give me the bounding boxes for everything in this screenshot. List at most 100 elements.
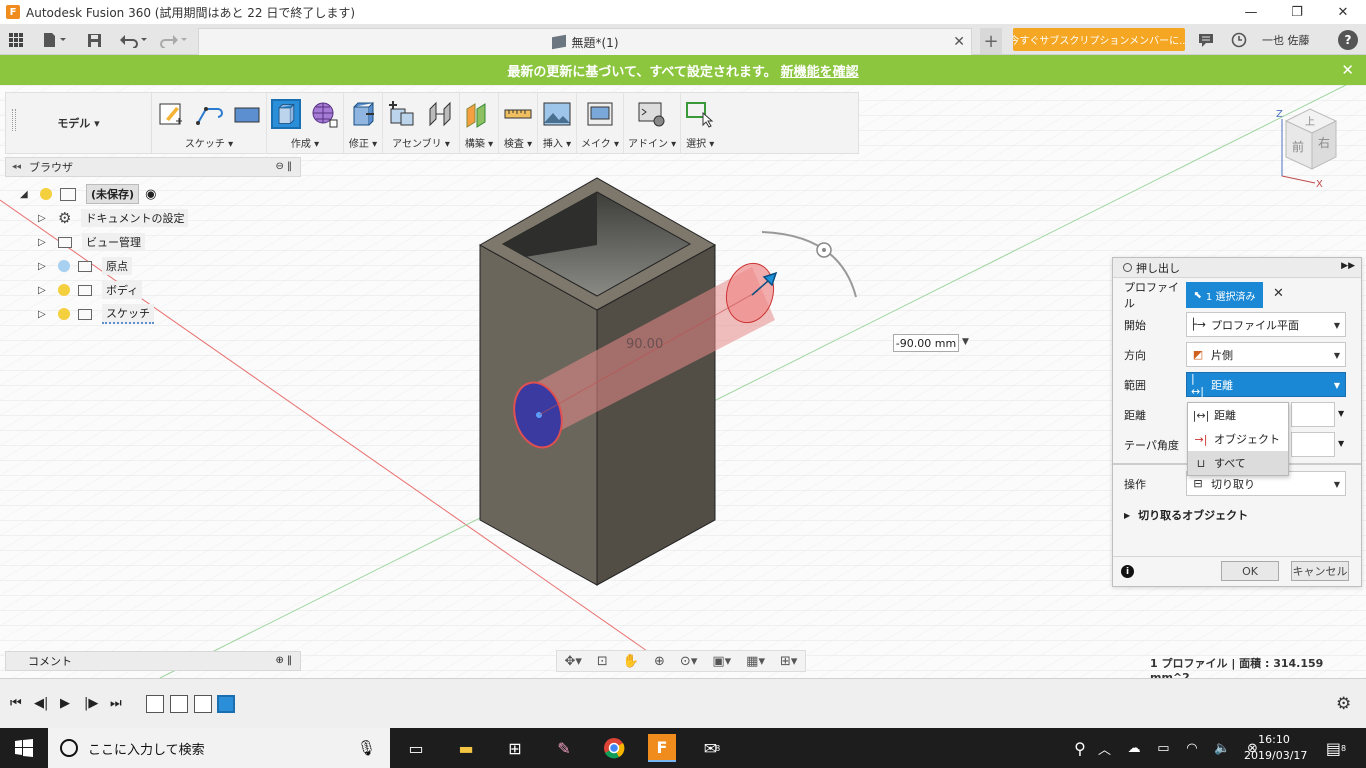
- expand-root-icon[interactable]: ◢: [20, 189, 32, 200]
- root-component-name[interactable]: (未保存): [86, 184, 140, 204]
- clear-selection-icon[interactable]: ✕: [1273, 286, 1284, 301]
- data-panel-grid-icon[interactable]: [6, 30, 26, 50]
- distance-field[interactable]: [1291, 402, 1335, 427]
- subscribe-button[interactable]: 今すぐサブスクリプションメンバーに...: [1013, 28, 1185, 51]
- new-component-icon[interactable]: [387, 99, 417, 129]
- joint-icon[interactable]: [425, 99, 455, 129]
- close-window-button[interactable]: ✕: [1320, 0, 1366, 24]
- expand-icon[interactable]: ▷: [38, 285, 50, 296]
- undo-icon[interactable]: [118, 30, 150, 50]
- make-menu[interactable]: メイク ▾: [581, 135, 619, 153]
- expand-dialog-icon[interactable]: ▶▶: [1341, 261, 1355, 271]
- comments-panel-header[interactable]: コメント ⊕ ‖: [5, 651, 301, 671]
- taskbar-search[interactable]: ここに入力して検索 🎙: [48, 728, 390, 768]
- construct-menu[interactable]: 構築 ▾: [465, 135, 493, 153]
- orbit-icon[interactable]: ✥▾: [565, 654, 582, 669]
- activate-radio-icon[interactable]: ◉: [145, 187, 156, 202]
- grid-settings-icon[interactable]: ▦▾: [746, 654, 765, 669]
- assemble-menu[interactable]: アセンブリ ▾: [392, 135, 450, 153]
- addins-menu[interactable]: アドイン ▾: [628, 135, 676, 153]
- timeline-current-sketch-step[interactable]: [217, 695, 235, 713]
- step-back-icon[interactable]: ◀|: [34, 696, 48, 711]
- origin-label[interactable]: 原点: [102, 257, 132, 275]
- cancel-button[interactable]: キャンセル: [1291, 561, 1349, 581]
- volume-icon[interactable]: 🔈: [1214, 741, 1230, 756]
- design-canvas[interactable]: 90.00 モデル ▾ スケッチ ▾ 作成 ▾ 修正 ▾ アセンブリ ▾ 構築 …: [0, 85, 1366, 678]
- minimize-button[interactable]: —: [1228, 0, 1274, 24]
- distance-dropdown-icon[interactable]: ▼: [962, 337, 969, 347]
- task-view-icon[interactable]: ▭: [402, 734, 430, 762]
- ok-button[interactable]: OK: [1221, 561, 1279, 581]
- whats-new-link[interactable]: 新機能を確認: [781, 61, 859, 80]
- offset-plane-icon[interactable]: [464, 99, 494, 129]
- tree-row-bodies[interactable]: ▷ ボディ: [38, 279, 143, 301]
- modify-menu[interactable]: 修正 ▾: [349, 135, 377, 153]
- system-tray[interactable]: ︿ ☁ ▭ ◠ 🔈 ⊗: [1098, 734, 1258, 762]
- expand-icon[interactable]: ▷: [38, 309, 50, 320]
- microphone-icon[interactable]: 🎙: [357, 739, 376, 757]
- timeline-shell-step[interactable]: [194, 695, 212, 713]
- tree-row-document-settings[interactable]: ▷ ⚙ ドキュメントの設定: [38, 207, 189, 229]
- tree-row-named-views[interactable]: ▷ ビュー管理: [38, 231, 145, 253]
- viewports-icon[interactable]: ⊞▾: [780, 654, 797, 669]
- objects-to-cut-section[interactable]: ▶ 切り取るオブジェクト: [1124, 507, 1248, 523]
- onedrive-icon[interactable]: ☁: [1128, 741, 1141, 756]
- measure-icon[interactable]: [503, 99, 533, 129]
- insert-image-icon[interactable]: [542, 99, 572, 129]
- people-icon[interactable]: ⚲: [1066, 734, 1094, 762]
- chevron-down-icon[interactable]: ▼: [1338, 439, 1344, 448]
- visibility-bulb-icon[interactable]: [58, 260, 70, 272]
- tree-row-sketches[interactable]: ▷ スケッチ: [38, 303, 154, 325]
- windows-start-icon[interactable]: [10, 734, 38, 762]
- file-explorer-icon[interactable]: ▬: [452, 734, 480, 762]
- extent-option-object[interactable]: →| オブジェクト: [1188, 427, 1288, 451]
- expand-icon[interactable]: ▶: [1124, 511, 1130, 520]
- dialog-header[interactable]: 押し出し ▶▶: [1113, 258, 1361, 278]
- press-pull-icon[interactable]: [348, 99, 378, 129]
- visibility-bulb-icon[interactable]: [40, 188, 52, 200]
- help-icon[interactable]: ?: [1338, 30, 1358, 50]
- banner-close-icon[interactable]: ✕: [1341, 61, 1354, 79]
- battery-icon[interactable]: ▭: [1157, 741, 1169, 756]
- document-settings-label[interactable]: ドキュメントの設定: [81, 209, 189, 227]
- tree-row-origin[interactable]: ▷ 原点: [38, 255, 132, 277]
- view-cube[interactable]: Z X 上 前 右: [1270, 101, 1350, 191]
- expand-icon[interactable]: ▷: [38, 213, 50, 224]
- sketches-label[interactable]: スケッチ: [102, 304, 154, 324]
- create-menu[interactable]: 作成 ▾: [291, 135, 319, 153]
- wifi-icon[interactable]: ◠: [1186, 741, 1197, 756]
- timeline-extrude-step[interactable]: [170, 695, 188, 713]
- extrude-icon[interactable]: [271, 99, 301, 129]
- scripts-addins-icon[interactable]: [637, 99, 667, 129]
- mail-icon[interactable]: ✉ 8: [698, 734, 726, 762]
- extent-option-distance[interactable]: |↔| 距離: [1188, 403, 1288, 427]
- taper-angle-field[interactable]: [1291, 432, 1335, 457]
- expand-icon[interactable]: ▷: [38, 261, 50, 272]
- named-views-label[interactable]: ビュー管理: [82, 233, 145, 251]
- action-center-icon[interactable]: ▤ 8: [1322, 734, 1350, 762]
- chrome-icon[interactable]: [600, 734, 628, 762]
- viewcube-front-label[interactable]: 前: [1292, 139, 1304, 154]
- step-forward-icon[interactable]: |▶: [84, 696, 98, 711]
- document-tab[interactable]: 無題*(1) ✕: [198, 28, 972, 55]
- timeline-settings-gear-icon[interactable]: ⚙: [1336, 694, 1351, 714]
- select-menu[interactable]: 選択 ▾: [686, 135, 714, 153]
- chevron-down-icon[interactable]: ▼: [1338, 409, 1344, 418]
- visibility-bulb-icon[interactable]: [58, 284, 70, 296]
- bodies-label[interactable]: ボディ: [102, 281, 143, 299]
- restore-button[interactable]: ❐: [1274, 0, 1320, 24]
- browser-pin-icon[interactable]: ⊖ ‖: [275, 161, 292, 172]
- paint-icon[interactable]: ✎: [550, 734, 578, 762]
- save-icon[interactable]: [84, 30, 104, 50]
- fusion-taskbar-icon[interactable]: F: [648, 734, 676, 762]
- line-icon[interactable]: [194, 99, 224, 129]
- file-menu-icon[interactable]: [40, 30, 70, 50]
- sketch-menu[interactable]: スケッチ ▾: [185, 135, 233, 153]
- inspect-menu[interactable]: 検査 ▾: [504, 135, 532, 153]
- info-icon[interactable]: i: [1121, 565, 1134, 578]
- insert-menu[interactable]: 挿入 ▾: [543, 135, 571, 153]
- new-tab-button[interactable]: +: [980, 28, 1002, 54]
- pan-icon[interactable]: ✋: [623, 654, 639, 669]
- add-comment-icon[interactable]: ⊕ ‖: [275, 655, 292, 666]
- start-select[interactable]: ├→ プロファイル平面 ▼: [1186, 312, 1346, 337]
